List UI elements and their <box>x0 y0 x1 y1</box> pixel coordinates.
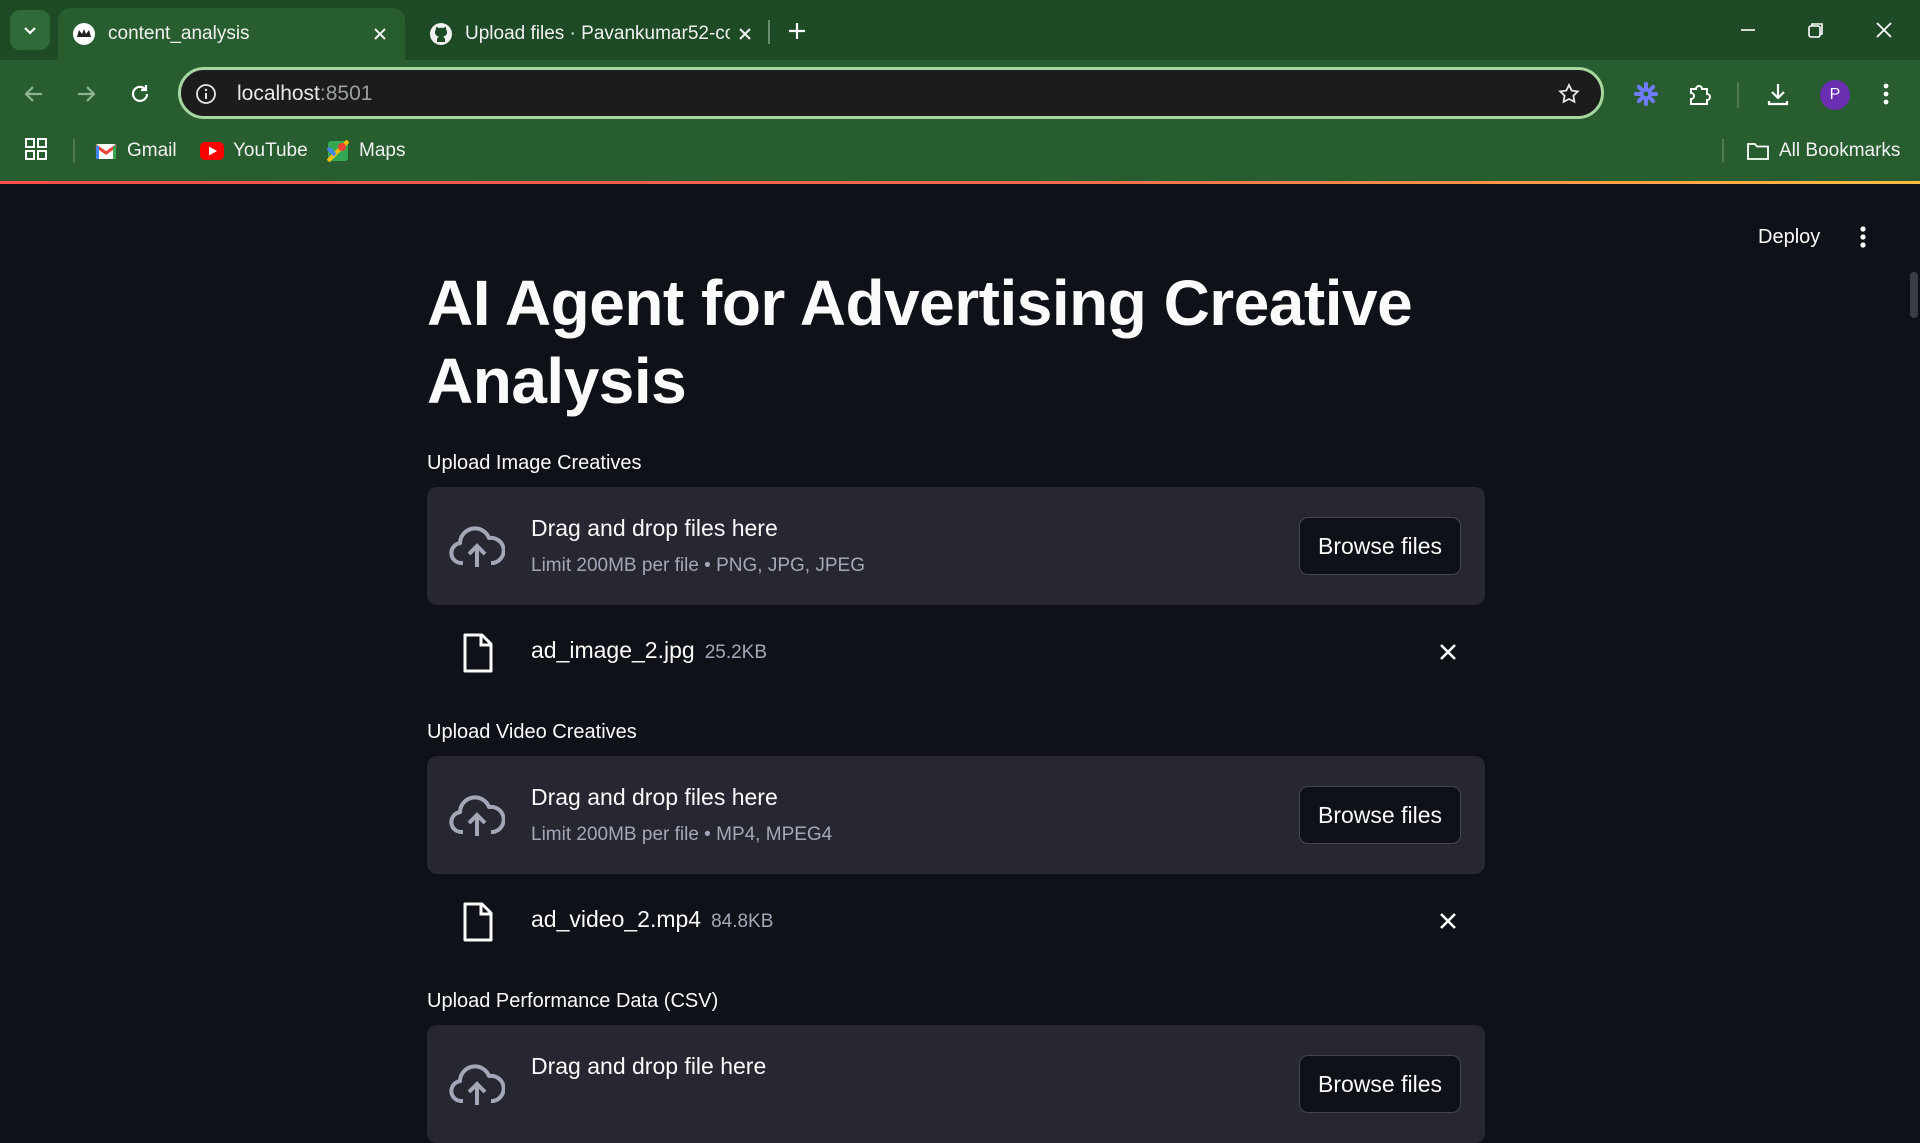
all-bookmarks-button[interactable]: All Bookmarks <box>1746 134 1900 168</box>
restore-window-button[interactable] <box>1788 8 1844 52</box>
toolbar-divider <box>1737 82 1739 108</box>
close-tab-icon[interactable] <box>730 19 760 49</box>
cloud-upload-icon <box>449 526 505 567</box>
restore-icon <box>1808 23 1823 38</box>
close-window-button[interactable] <box>1856 8 1912 52</box>
extension-gear-icon[interactable] <box>1626 74 1666 114</box>
bookmark-label: YouTube <box>233 140 308 161</box>
arrow-right-icon <box>78 86 96 102</box>
browser-chrome: content_analysis Upload files · Pavankum… <box>0 0 1920 182</box>
tab-strip: content_analysis Upload files · Pavankum… <box>0 0 1920 60</box>
forward-button[interactable] <box>66 74 106 114</box>
url-host: localhost <box>237 82 320 105</box>
dropzone-limit-text: Limit 200MB per file • MP4, MPEG4 <box>531 824 833 845</box>
tab-title: content_analysis <box>108 23 250 44</box>
file-icon <box>463 633 493 673</box>
scrollbar-thumb[interactable] <box>1910 272 1918 318</box>
remove-file-icon[interactable] <box>1433 906 1463 936</box>
app-menu-icon[interactable] <box>1846 220 1880 254</box>
file-name-text: ad_image_2.jpg <box>531 637 695 663</box>
bookmark-label: Gmail <box>127 140 177 161</box>
cloud-upload-icon <box>449 795 505 836</box>
close-icon <box>1876 22 1892 38</box>
profile-avatar[interactable]: P <box>1820 80 1850 110</box>
tab-upload-files[interactable]: Upload files · Pavankumar52-co <box>415 8 770 60</box>
tab-search-button[interactable] <box>10 10 50 50</box>
apps-grid-icon[interactable] <box>24 137 52 165</box>
tab-divider <box>768 20 770 44</box>
bookmark-label: Maps <box>359 140 406 161</box>
browse-files-button[interactable]: Browse files <box>1299 517 1461 575</box>
address-bar[interactable]: localhost:8501 <box>178 67 1604 119</box>
dropzone-instructions: Drag and drop file here <box>531 1053 767 1079</box>
plus-icon <box>789 23 805 39</box>
file-name-text: ad_video_2.mp4 <box>531 906 702 932</box>
cloud-upload-icon <box>449 1064 505 1105</box>
file-size: 84.8KB <box>711 911 774 932</box>
browser-menu-icon[interactable] <box>1866 74 1906 114</box>
bookmark-maps[interactable]: Maps <box>326 134 405 168</box>
dropzone-instructions: Drag and drop files here <box>531 784 778 810</box>
bookmark-gmail[interactable]: Gmail <box>94 134 177 168</box>
chevron-down-icon <box>24 27 36 35</box>
arrow-left-icon <box>24 86 42 102</box>
extensions-puzzle-icon[interactable] <box>1680 74 1720 114</box>
file-icon <box>463 902 493 942</box>
browse-files-button[interactable]: Browse files <box>1299 786 1461 844</box>
uploaded-file-row: ad_video_2.mp4 84.8KB <box>427 888 1485 952</box>
image-upload-label: Upload Image Creatives <box>427 452 642 474</box>
minimize-window-button[interactable] <box>1720 8 1776 52</box>
bookmarks-divider <box>1722 139 1724 163</box>
url-text: localhost:8501 <box>237 82 372 106</box>
reload-button[interactable] <box>120 74 160 114</box>
bookmarks-divider <box>73 139 75 163</box>
video-upload-label: Upload Video Creatives <box>427 721 637 743</box>
back-button[interactable] <box>14 74 54 114</box>
dropzone-instructions: Drag and drop files here <box>531 515 778 541</box>
youtube-icon <box>200 139 224 163</box>
remove-file-icon[interactable] <box>1433 637 1463 667</box>
url-port: :8501 <box>319 82 373 105</box>
close-tab-icon[interactable] <box>365 19 395 49</box>
github-icon <box>429 22 453 46</box>
uploaded-file-name: ad_image_2.jpg 25.2KB <box>531 637 767 664</box>
folder-icon <box>1746 139 1770 163</box>
uploaded-file-row: ad_image_2.jpg 25.2KB <box>427 619 1485 683</box>
tab-title: Upload files · Pavankumar52-co <box>465 23 730 44</box>
bookmark-youtube[interactable]: YouTube <box>200 134 308 168</box>
video-dropzone[interactable]: Drag and drop files here Limit 200MB per… <box>427 756 1485 874</box>
tab-content-analysis[interactable]: content_analysis <box>58 8 405 60</box>
app-header-decoration <box>0 181 1920 184</box>
streamlit-crown-icon <box>72 22 96 46</box>
new-tab-button[interactable] <box>780 14 814 48</box>
download-icon[interactable] <box>1758 74 1798 114</box>
page-title: AI Agent for Advertising Creative Analys… <box>427 267 1413 417</box>
minimize-icon <box>1741 29 1755 31</box>
file-size: 25.2KB <box>704 642 768 663</box>
browse-files-button[interactable]: Browse files <box>1299 1055 1461 1113</box>
gmail-icon <box>94 139 118 163</box>
bookmark-star-icon[interactable] <box>1555 80 1583 108</box>
site-info-icon[interactable] <box>193 81 219 107</box>
deploy-button[interactable]: Deploy <box>1748 220 1830 254</box>
uploaded-file-name: ad_video_2.mp4 84.8KB <box>531 906 773 933</box>
image-dropzone[interactable]: Drag and drop files here Limit 200MB per… <box>427 487 1485 605</box>
maps-icon <box>326 139 350 163</box>
csv-dropzone[interactable]: Drag and drop file here Browse files <box>427 1025 1485 1143</box>
dropzone-limit-text: Limit 200MB per file • PNG, JPG, JPEG <box>531 555 865 576</box>
reload-icon <box>131 85 149 102</box>
csv-upload-label: Upload Performance Data (CSV) <box>427 990 719 1012</box>
all-bookmarks-label: All Bookmarks <box>1779 140 1901 161</box>
